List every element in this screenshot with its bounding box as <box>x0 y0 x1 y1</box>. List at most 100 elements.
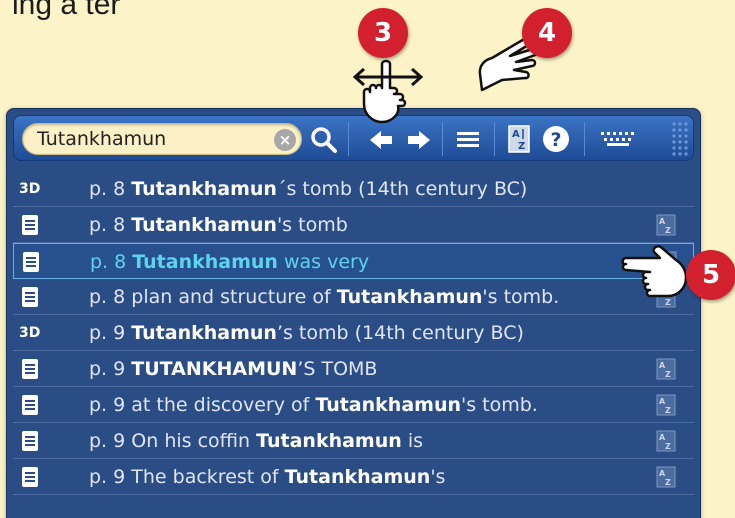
result-row[interactable]: p. 8 Tutankhamun's tomb A Z <box>13 207 694 243</box>
page-number: p. 8 <box>89 214 126 236</box>
toolbar-separator <box>442 122 443 156</box>
type-label: 3D <box>19 325 40 341</box>
result-row[interactable]: p. 9 at the discovery of Tutankhamun's t… <box>13 387 694 423</box>
clear-search-button[interactable]: × <box>274 129 296 151</box>
text-after-term: was very <box>277 251 370 273</box>
result-text: p. 9 at the discovery of Tutankhamun's t… <box>89 394 538 416</box>
svg-text:Z: Z <box>665 442 671 451</box>
result-row[interactable]: 3D p. 9 Tutankhamun’s tomb (14th century … <box>13 315 694 351</box>
text-before-term: The backrest of <box>131 466 285 488</box>
svg-text:A: A <box>659 361 666 370</box>
text-after-term: ’S TOMB <box>297 358 378 380</box>
svg-text:A: A <box>659 217 666 226</box>
svg-text:A: A <box>512 129 520 140</box>
page-number: p. 8 <box>89 178 126 200</box>
search-term-match: Tutankhamun <box>284 466 431 488</box>
page-number: p. 8 <box>90 251 127 273</box>
search-term-match: Tutankhamun <box>256 430 402 452</box>
svg-text:A: A <box>659 469 666 478</box>
page-number: p. 9 <box>89 322 126 344</box>
keyboard-icon[interactable] <box>600 130 638 148</box>
az-sort-icon[interactable]: AZ <box>656 466 676 488</box>
nav-double-arrow-icon <box>352 67 424 87</box>
text-after-term: 's tomb <box>276 214 348 236</box>
text-after-term: 's <box>430 466 446 488</box>
result-row[interactable]: p. 8 Tutankhamun was veryAZ <box>13 243 694 279</box>
document-icon <box>22 467 38 487</box>
search-box: × <box>22 123 302 155</box>
drag-handle-icon[interactable] <box>670 120 692 158</box>
search-icon[interactable] <box>310 126 338 154</box>
text-after-term: ´s tomb (14th century BC) <box>276 178 528 200</box>
page-number: p. 9 <box>89 466 126 488</box>
type-label: 3D <box>19 181 40 197</box>
search-term-match: Tutankhamun <box>131 214 277 236</box>
svg-text:Z: Z <box>665 370 671 379</box>
result-text: p. 9 Tutankhamun’s tomb (14th century BC… <box>89 322 524 344</box>
result-row[interactable]: p. 9 The backrest of Tutankhamun's A Z <box>13 459 694 495</box>
help-icon[interactable]: ? <box>542 125 570 153</box>
text-before-term: On his coffin <box>131 430 257 452</box>
screen: ing a ter 3 4 × <box>0 0 735 518</box>
result-row[interactable]: p. 9 On his coffin Tutankhamun is A Z <box>13 423 694 459</box>
result-row[interactable]: p. 9 TUTANKHAMUN’S TOMB A Z <box>13 351 694 387</box>
arrow-right-icon[interactable] <box>406 129 432 151</box>
toolbar-separator <box>494 122 495 156</box>
document-icon <box>22 359 38 379</box>
result-text: p. 8 Tutankhamun's tomb <box>89 214 348 236</box>
result-text: p. 9 On his coffin Tutankhamun is <box>89 430 423 452</box>
az-sort-icon[interactable]: A Z <box>508 125 530 153</box>
callout-5: 5 <box>686 250 735 300</box>
callout-3: 3 <box>358 8 408 58</box>
text-after-term: is <box>401 430 423 452</box>
heading-fragment: ing a ter <box>12 0 121 21</box>
search-term-match: Tutankhamun <box>132 251 278 273</box>
text-before-term: plan and structure of <box>131 286 337 308</box>
document-icon <box>22 215 38 235</box>
az-sort-icon[interactable]: AZ <box>656 394 676 416</box>
search-term-match: TUTANKHAMUN <box>131 358 298 380</box>
callout-4: 4 <box>522 8 572 58</box>
toolbar-separator <box>584 122 585 156</box>
result-row[interactable]: 3D p. 8 Tutankhamun´s tomb (14th century … <box>13 171 694 207</box>
svg-text:?: ? <box>550 129 561 151</box>
result-text: p. 9 The backrest of Tutankhamun's <box>89 466 445 488</box>
result-text: p. 8 Tutankhamun´s tomb (14th century BC… <box>89 178 527 200</box>
3d-model-icon: 3D <box>19 325 40 341</box>
result-row[interactable]: p. 8 plan and structure of Tutankhamun's… <box>13 279 694 315</box>
svg-text:A: A <box>659 433 666 442</box>
document-icon <box>22 431 38 451</box>
3d-model-icon: 3D <box>19 181 40 197</box>
text-after-term: 's tomb. <box>482 286 560 308</box>
page-number: p. 9 <box>89 358 126 380</box>
search-term-match: Tutankhamun <box>336 286 483 308</box>
az-sort-icon[interactable]: AZ <box>656 430 676 452</box>
results-list: 3D p. 8 Tutankhamun´s tomb (14th century … <box>13 171 694 495</box>
search-term-match: Tutankhamun <box>131 178 277 200</box>
document-icon <box>22 287 38 307</box>
result-text: p. 8 Tutankhamun was very <box>90 251 369 273</box>
page-number: p. 9 <box>89 430 126 452</box>
page-number: p. 8 <box>89 286 126 308</box>
text-after-term: ’s tomb (14th century BC) <box>276 322 524 344</box>
svg-text:Z: Z <box>518 141 525 152</box>
result-text: p. 9 TUTANKHAMUN’S TOMB <box>89 358 377 380</box>
text-before-term: at the discovery of <box>131 394 316 416</box>
search-term-match: Tutankhamun <box>131 322 277 344</box>
search-input[interactable] <box>37 126 257 152</box>
text-after-term: 's tomb. <box>461 394 538 416</box>
az-sort-icon[interactable]: AZ <box>656 214 676 236</box>
search-term-match: Tutankhamun <box>315 394 461 416</box>
svg-text:Z: Z <box>665 226 671 235</box>
search-results-panel: × <box>6 108 701 518</box>
svg-text:A: A <box>659 397 666 406</box>
result-text: p. 8 plan and structure of Tutankhamun's… <box>89 286 559 308</box>
toolbar-separator <box>348 122 349 156</box>
svg-text:Z: Z <box>665 406 671 415</box>
az-sort-icon[interactable]: AZ <box>656 358 676 380</box>
list-icon[interactable] <box>456 130 480 150</box>
document-icon <box>23 252 39 272</box>
arrow-left-icon[interactable] <box>368 129 394 151</box>
page-number: p. 9 <box>89 394 126 416</box>
document-icon <box>22 395 38 415</box>
